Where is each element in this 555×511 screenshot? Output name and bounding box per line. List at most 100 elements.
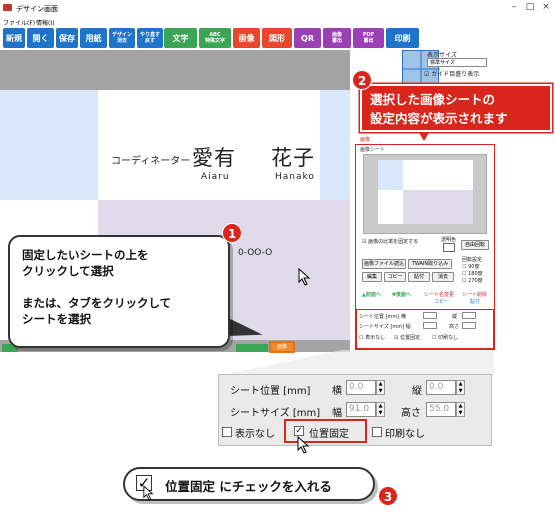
menu-file[interactable]: ファイル(F) — [3, 18, 35, 27]
new-button[interactable]: 新規 — [3, 28, 25, 48]
sheet-copy-button[interactable]: コピー — [434, 298, 449, 305]
image-button[interactable]: 画像 — [233, 28, 260, 48]
step-1-badge: 1 — [222, 223, 242, 243]
image-sheet-tab-label: 画像シート — [360, 147, 386, 153]
zoom-no-print-checkbox[interactable] — [372, 427, 382, 437]
send-back-button[interactable]: ▼後面へ — [392, 291, 411, 298]
panel-height-field[interactable] — [462, 322, 476, 329]
callout-2-tail — [418, 131, 430, 141]
zoom-no-display-checkbox[interactable] — [222, 427, 232, 437]
card-roman-given: Hanako — [275, 172, 315, 182]
close-button[interactable]: × — [539, 1, 553, 14]
pdf-export-button[interactable]: PDF 書出 — [353, 28, 384, 48]
panel-no-display-label: 表示なし — [365, 335, 386, 341]
sheet-paste-button[interactable]: 貼付 — [470, 298, 480, 305]
zoom-no-display-label: 表示なし — [235, 429, 275, 440]
panel-lock-checkbox[interactable]: ☑ 位置固定 — [394, 334, 420, 341]
panel-no-print-checkbox[interactable]: ☐ 印刷なし — [432, 334, 458, 341]
text-button[interactable]: 文字 — [164, 28, 197, 48]
rotate-270-checkbox[interactable]: ☐ 270度 — [462, 277, 483, 284]
card-phone: 0-OO-O — [238, 248, 273, 258]
save-button[interactable]: 保存 — [56, 28, 78, 48]
edit-button[interactable]: 編集 — [362, 272, 382, 282]
panel-lock-label: 位置固定 — [400, 335, 421, 341]
callout-1-line4: シートを選択 — [22, 312, 91, 326]
minimize-button[interactable]: – — [507, 1, 521, 14]
shape-button[interactable]: 図形 — [262, 28, 292, 48]
qr-button[interactable]: QR — [294, 28, 321, 48]
zoom-lock-label: 位置固定 — [309, 429, 349, 440]
callout-2: 選択した画像シートの 設定内容が表示されます — [360, 84, 552, 132]
image-sheet-blue[interactable] — [0, 90, 98, 200]
bring-front-button[interactable]: ▲前面へ — [362, 291, 381, 298]
keep-ratio-label: 画像の比率を固定する — [368, 239, 419, 245]
free-rotate-button[interactable]: 自由回転 — [461, 240, 489, 250]
card-name-family: 愛有 — [192, 146, 236, 170]
step-2-badge: 2 — [352, 70, 372, 90]
keep-ratio-checkbox[interactable]: ☑ 画像の比率を固定する — [362, 238, 418, 245]
print-button[interactable]: 印刷 — [386, 28, 419, 48]
rotate-180-checkbox[interactable]: ☐ 180度 — [462, 270, 483, 277]
app-logo-icon — [3, 4, 12, 11]
panel-no-display-checkbox[interactable]: ☐ 表示なし — [359, 334, 385, 341]
zoom-height-spinner[interactable]: ▲ ▼ — [456, 402, 465, 417]
rotate-label: 回転設定 — [462, 257, 483, 263]
guide-label: ガイド目盛り表示 — [431, 71, 480, 78]
zoom-height-field[interactable]: 55.0 — [426, 402, 456, 417]
special-char-button[interactable]: ABC 特殊文字 — [199, 28, 231, 48]
load-image-button[interactable]: 画像ファイル読込 — [362, 259, 406, 269]
panel-pos-y-field[interactable] — [462, 312, 476, 319]
display-size-select[interactable]: 標準サイズ — [427, 58, 487, 67]
menu-bar: ファイル(F) 情報(I) — [0, 17, 555, 28]
card-role: コーディネーター — [111, 156, 191, 167]
sheet-tab[interactable] — [236, 344, 268, 352]
zoom-vertical-label: 縦 — [412, 386, 422, 397]
zoom-pos-x-field[interactable]: 0.0 — [346, 380, 376, 395]
guide-checkbox[interactable]: ☑ ガイド目盛り表示 — [424, 69, 479, 78]
menu-info[interactable]: 情報(I) — [36, 18, 54, 27]
zoom-no-print-label: 印刷なし — [385, 429, 425, 440]
panel-pos-x-field[interactable] — [423, 312, 437, 319]
paper-button[interactable]: 用紙 — [80, 28, 107, 48]
zoom-pos-y-spinner[interactable]: ▲ ▼ — [456, 380, 465, 395]
callout-1: 固定したいシートの上を クリックして選択 または、タブをクリックして シートを選… — [8, 235, 230, 348]
mouse-cursor-icon-2 — [297, 435, 311, 458]
sheet-rename-button[interactable]: シート名変更 — [424, 291, 454, 298]
rotate-90-checkbox[interactable]: ☐ 90度 — [462, 263, 479, 270]
callout-3-cursor-icon — [143, 485, 155, 505]
zoom-lock-checkbox[interactable]: ✓ — [294, 426, 304, 436]
rotate-270-label: 270度 — [468, 278, 483, 284]
zoom-connector — [218, 350, 494, 376]
panel-no-print-label: 印刷なし — [438, 335, 459, 341]
sheet-tab-selected[interactable]: 画像 — [269, 341, 295, 353]
zoom-width-field[interactable]: 91.0 — [346, 402, 376, 417]
callout-2-line1: 選択した画像シートの — [370, 92, 496, 107]
image-export-button[interactable]: 画像 書出 — [323, 28, 351, 48]
transparent-color-swatch[interactable] — [443, 243, 455, 252]
image-preview-blue — [378, 160, 403, 190]
mouse-cursor-icon — [298, 267, 312, 290]
zoom-height-label: 高さ — [401, 408, 421, 419]
open-button[interactable]: 開く — [27, 28, 54, 48]
zoom-pos-x-spinner[interactable]: ▲ ▼ — [376, 380, 385, 395]
zoom-width-label: 幅 — [332, 408, 342, 419]
sheet-delete-button[interactable]: シート削除 — [462, 291, 487, 298]
panel-height-label: 高さ — [449, 324, 460, 330]
undo-redo-button[interactable]: やり直す 戻す — [137, 28, 163, 48]
copy-button[interactable]: コピー — [384, 272, 406, 282]
card-roman-family: Aiaru — [201, 172, 230, 182]
panel-width-field[interactable] — [423, 322, 437, 329]
design-clear-button[interactable]: デザイン 消去 — [109, 28, 135, 48]
paste-button[interactable]: 貼付 — [408, 272, 430, 282]
title-bar: デザイン画面 – □ × — [0, 0, 555, 17]
zoom-width-spinner[interactable]: ▲ ▼ — [376, 402, 385, 417]
zoom-pos-y-field[interactable]: 0.0 — [426, 380, 456, 395]
maximize-button[interactable]: □ — [523, 1, 537, 14]
twain-button[interactable]: TWAIN取り込み — [408, 259, 452, 269]
panel-vert-label: 縦 — [452, 314, 458, 320]
panel-size-label: シートサイズ [mm] 幅 — [359, 324, 411, 330]
callout-3-text: 位置固定 にチェックを入れる — [165, 479, 332, 494]
clear-button[interactable]: 消去 — [432, 272, 454, 282]
callout-1-line3: または、タブをクリックして — [22, 296, 172, 310]
image-preview-lavender — [403, 190, 473, 224]
